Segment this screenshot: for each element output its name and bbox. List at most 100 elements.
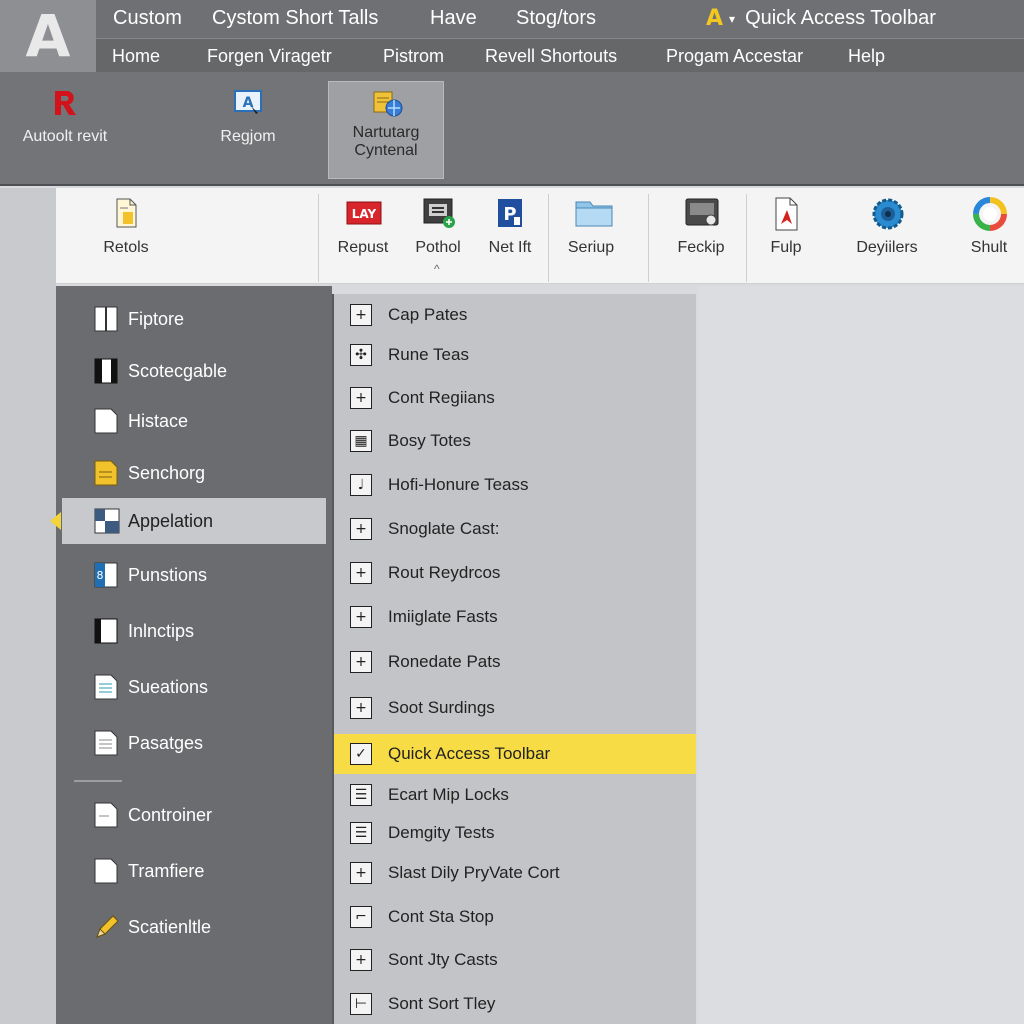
chevron-up-icon[interactable]: ^ [434, 262, 440, 276]
net-ift-button[interactable]: P Net Ift [478, 188, 542, 284]
monitor-icon [421, 196, 455, 230]
page-split-icon [94, 306, 118, 332]
page-black-icon [94, 358, 118, 384]
category-item[interactable]: 8 Punstions [56, 552, 332, 598]
yellow-doc-icon [94, 460, 118, 486]
command-glyph-icon: + [350, 518, 372, 540]
category-item[interactable]: Sueations [56, 664, 332, 710]
command-item[interactable]: + Rout Reydrcos [334, 555, 696, 591]
repust-button[interactable]: LAY Repust [328, 188, 398, 284]
deyiilers-label: Deyiilers [856, 239, 918, 256]
command-item[interactable]: + Snoglate Cast: [334, 511, 696, 547]
display-icon [684, 196, 719, 230]
ribbon-large: Autoolt revit A Regjom Nartutarg Cyntena… [0, 72, 1024, 186]
menu-revell-shortouts[interactable]: Revell Shortouts [485, 46, 617, 67]
category-item[interactable]: Scatienltle [56, 904, 332, 950]
command-item[interactable]: + Imiiglate Fasts [334, 599, 696, 635]
command-item[interactable]: ☰ Demgity Tests [334, 815, 696, 851]
shult-button[interactable]: Shult [954, 188, 1024, 284]
category-item[interactable]: Senchorg [56, 450, 332, 496]
nartutarg-label-line1: Nartutarg [352, 124, 420, 141]
category-label: Scotecgable [128, 360, 228, 381]
menu-bar: Home Forgen Viragetr Pistrom Revell Shor… [96, 38, 1024, 72]
category-label: Punstions [128, 564, 208, 585]
category-item[interactable]: Tramfiere [56, 848, 332, 894]
command-glyph-icon: ▦ [350, 430, 372, 452]
autodesk-revit-button[interactable]: Autoolt revit [10, 72, 120, 186]
gear-icon [870, 196, 904, 230]
command-item[interactable]: + Slast Dily PryVate Cort [334, 855, 696, 891]
command-label: Rune Teas [388, 345, 469, 364]
command-item[interactable]: + Cont Regiians [334, 380, 696, 416]
command-label: Cont Sta Stop [388, 907, 494, 926]
category-item[interactable]: Histace [56, 398, 332, 444]
category-item[interactable]: Fiptore [56, 296, 332, 342]
command-label: Ecart Mip Locks [388, 785, 509, 804]
command-label: Sont Sort Tley [388, 994, 496, 1013]
command-item[interactable]: + Sont Jty Casts [334, 942, 696, 978]
command-glyph-icon: ⊢ [350, 993, 372, 1015]
quick-access-toolbar-dropdown[interactable]: A ▾ Quick Access Toolbar [706, 6, 936, 31]
command-glyph-icon: + [350, 304, 372, 326]
category-item[interactable]: Inlnctips [56, 608, 332, 654]
command-label: Rout Reydrcos [388, 563, 501, 582]
feckip-button[interactable]: Feckip [666, 188, 736, 284]
chevron-down-icon[interactable]: ▾ [729, 12, 735, 26]
command-label: Cap Pates [388, 305, 468, 324]
command-item[interactable]: ⌐ Cont Sta Stop [334, 899, 696, 935]
category-item-active[interactable]: Appelation [62, 498, 326, 544]
page-icon [94, 858, 118, 884]
command-item[interactable]: ♩ Hofi-Honure Teass [334, 467, 696, 503]
command-glyph-icon: ♩ [350, 474, 372, 496]
command-label: Snoglate Cast: [388, 519, 500, 538]
title-tab-stogtors[interactable]: Stog/tors [516, 7, 596, 30]
command-label: Ronedate Pats [388, 652, 501, 671]
command-item[interactable]: + Ronedate Pats [334, 644, 696, 680]
category-label: Controiner [128, 804, 213, 825]
menu-home[interactable]: Home [112, 46, 160, 67]
command-glyph-icon: ⌐ [350, 906, 372, 928]
fulp-button[interactable]: Fulp [754, 188, 818, 284]
lay-icon-text: LAY [352, 207, 377, 221]
command-label: Soot Surdings [388, 698, 495, 717]
retols-button[interactable]: Retols [86, 188, 166, 284]
page-icon [94, 802, 118, 828]
folder-globe-icon [371, 88, 403, 118]
command-item[interactable]: ☰ Ecart Mip Locks [334, 777, 696, 813]
app-logo[interactable]: A [0, 0, 96, 72]
menu-progam-accestar[interactable]: Progam Accestar [666, 46, 803, 67]
command-item[interactable]: ▦ Bosy Totes [334, 423, 696, 459]
command-glyph-icon: ☰ [350, 784, 372, 806]
title-tab-have[interactable]: Have [430, 7, 477, 30]
retols-label: Retols [103, 239, 149, 256]
regjom-button[interactable]: A Regjom [195, 72, 301, 186]
command-item[interactable]: ✣ Rune Teas [334, 337, 696, 373]
nartutarg-cyntenal-button[interactable]: Nartutarg Cyntenal [328, 81, 444, 179]
category-label: Pasatges [128, 732, 204, 753]
svg-text:8: 8 [97, 569, 104, 582]
blue-doc-icon: 8 [94, 562, 118, 588]
shult-label: Shult [970, 239, 1008, 256]
command-glyph-icon: + [350, 562, 372, 584]
empty-workspace [698, 286, 1024, 1024]
command-item[interactable]: + Soot Surdings [334, 690, 696, 726]
menu-help[interactable]: Help [848, 46, 885, 67]
menu-forgen-viragetr[interactable]: Forgen Viragetr [207, 46, 332, 67]
command-item[interactable]: ⊢ Sont Sort Tley [334, 986, 696, 1022]
command-glyph-icon: + [350, 387, 372, 409]
category-item[interactable]: Pasatges [56, 720, 332, 766]
seriup-button[interactable]: Seriup [556, 188, 626, 284]
lined-doc-icon [94, 674, 118, 700]
lay-icon: LAY [346, 196, 382, 230]
category-item[interactable]: Scotecgable [56, 348, 332, 394]
command-label: Demgity Tests [388, 823, 495, 842]
command-item[interactable]: + Cap Pates [334, 297, 696, 333]
category-label: Inlnctips [128, 620, 195, 641]
deyiilers-button[interactable]: Deyiilers [842, 188, 932, 284]
title-tab-cystom-short-talls[interactable]: Cystom Short Talls [212, 7, 378, 30]
menu-pistrom[interactable]: Pistrom [383, 46, 444, 67]
category-item[interactable]: Controiner [56, 792, 332, 838]
title-tab-custom[interactable]: Custom [113, 7, 182, 30]
command-item-selected[interactable]: ✓ Quick Access Toolbar [334, 734, 696, 774]
category-label: Fiptore [128, 308, 185, 329]
